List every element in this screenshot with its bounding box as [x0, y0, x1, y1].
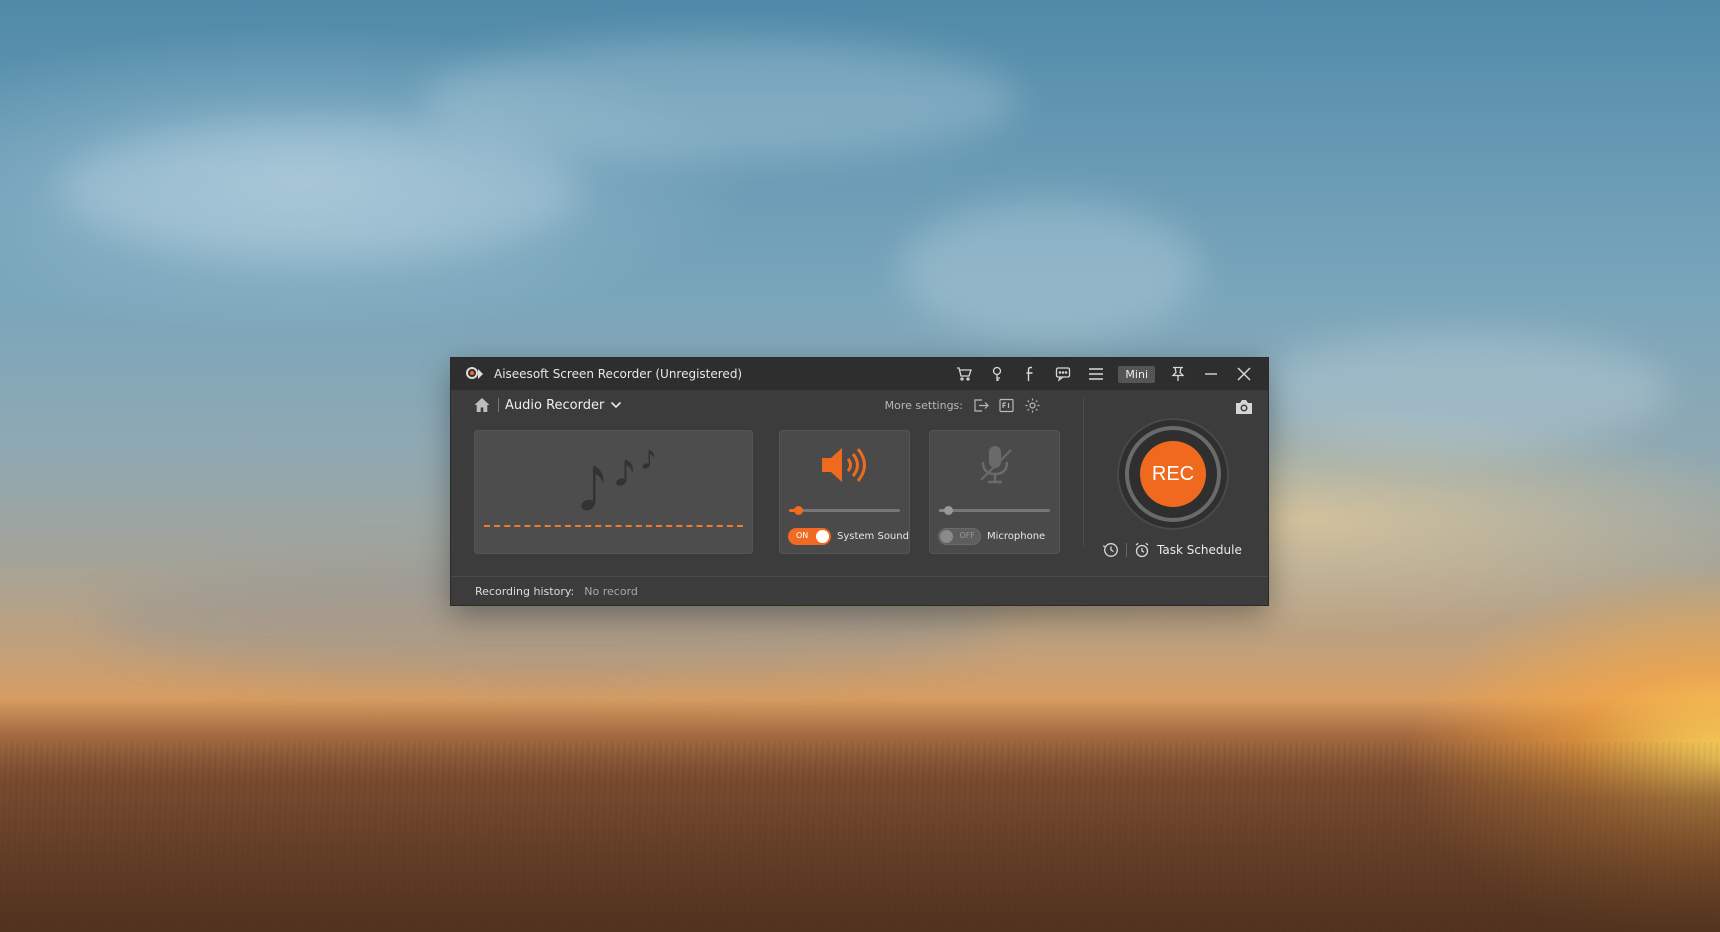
microphone-volume-slider[interactable] [939, 506, 1050, 515]
recording-history-label: Recording history: [475, 584, 575, 598]
recording-history-bar: Recording history: No record [451, 576, 1268, 605]
microphone-toggle-text: OFF [959, 531, 976, 540]
system-sound-toggle[interactable]: ON [788, 528, 831, 545]
system-sound-volume-slider[interactable] [789, 506, 900, 515]
recorder-window: Aiseesoft Screen Recorder (Unregistered)… [451, 358, 1268, 605]
desktop-ground [0, 742, 1720, 932]
audio-waveform-panel [474, 430, 753, 554]
waveform-line [484, 525, 743, 527]
system-sound-toggle-text: ON [796, 531, 809, 540]
clock-icon[interactable] [1103, 542, 1119, 558]
menu-icon[interactable] [1079, 358, 1112, 390]
recording-history-value[interactable]: No record [584, 585, 638, 598]
music-notes-icon [581, 450, 655, 511]
camera-icon[interactable] [1234, 398, 1254, 416]
system-sound-label: System Sound [837, 531, 909, 542]
format-icon[interactable] [998, 397, 1015, 414]
task-schedule-button[interactable]: Task Schedule [1157, 543, 1242, 557]
chevron-down-icon[interactable] [610, 399, 622, 411]
toolbar-separator [498, 398, 499, 412]
mode-dropdown[interactable]: Audio Recorder [505, 398, 604, 413]
speaker-icon[interactable] [819, 444, 871, 486]
close-icon[interactable] [1227, 358, 1260, 390]
alarm-clock-icon[interactable] [1134, 542, 1150, 558]
microphone-icon[interactable] [969, 442, 1021, 488]
mini-mode-button[interactable]: Mini [1118, 365, 1155, 383]
microphone-panel: OFF Microphone [929, 430, 1060, 554]
panel-divider [1083, 398, 1084, 546]
minimize-icon[interactable] [1194, 358, 1227, 390]
microphone-toggle[interactable]: OFF [938, 528, 981, 545]
record-button-frame: REC [1117, 418, 1229, 530]
key-icon[interactable] [980, 358, 1013, 390]
pin-icon[interactable] [1161, 358, 1194, 390]
title-bar: Aiseesoft Screen Recorder (Unregistered)… [451, 358, 1268, 390]
gear-icon[interactable] [1024, 397, 1041, 414]
more-settings-label: More settings: [884, 398, 963, 412]
system-sound-panel: ON System Sound [779, 430, 910, 554]
feedback-icon[interactable] [1046, 358, 1079, 390]
schedule-separator [1126, 543, 1127, 557]
home-icon[interactable] [473, 396, 491, 414]
export-icon[interactable] [972, 397, 989, 414]
cart-icon[interactable] [947, 358, 980, 390]
rec-button[interactable]: REC [1140, 441, 1206, 507]
task-schedule-area: Task Schedule [1103, 542, 1242, 558]
mode-toolbar: Audio Recorder More settings: [451, 390, 1081, 420]
microphone-label: Microphone [987, 531, 1046, 542]
window-title: Aiseesoft Screen Recorder (Unregistered) [494, 367, 743, 381]
app-logo-icon [464, 364, 484, 384]
facebook-icon[interactable] [1013, 358, 1046, 390]
